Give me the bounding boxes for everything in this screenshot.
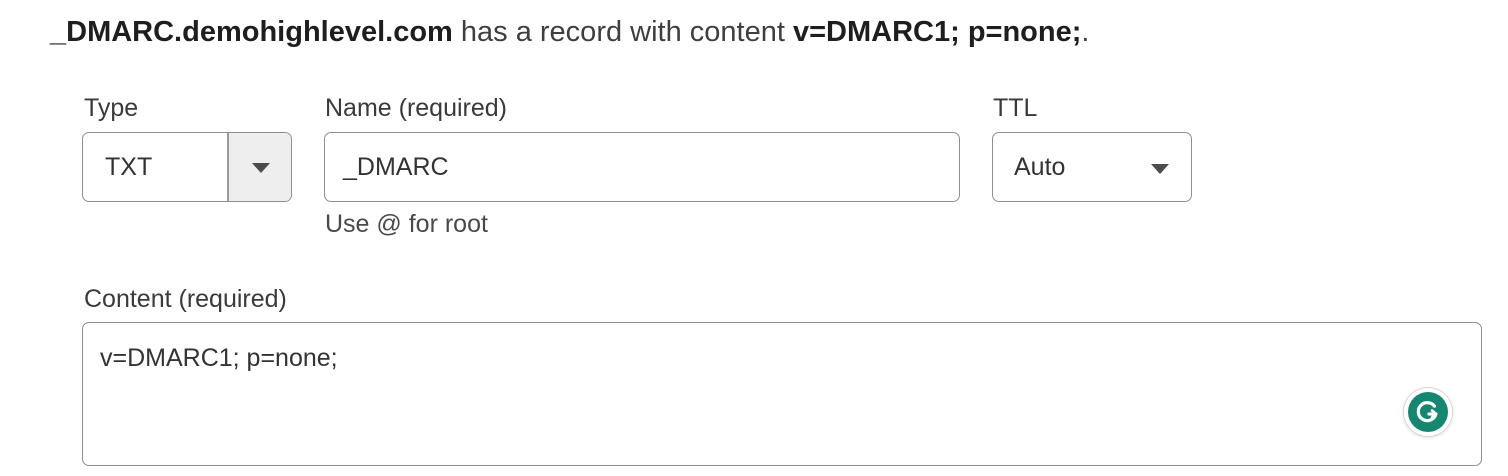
- name-label: Name (required): [325, 94, 508, 122]
- ttl-value: Auto: [1014, 153, 1066, 181]
- name-input[interactable]: _DMARC: [324, 132, 960, 202]
- grammarly-glyph: [1416, 401, 1438, 423]
- name-value: _DMARC: [343, 153, 449, 181]
- type-label: Type: [84, 94, 139, 122]
- chevron-down-icon: [252, 163, 270, 173]
- record-summary: _DMARC.demohighlevel.com has a record wi…: [50, 12, 1089, 52]
- content-value: v=DMARC1; p=none;: [100, 344, 338, 372]
- grammarly-icon[interactable]: [1404, 388, 1452, 436]
- type-dropdown-button[interactable]: [228, 133, 291, 201]
- ttl-label: TTL: [993, 94, 1038, 122]
- record-content: v=DMARC1; p=none;: [792, 16, 1082, 48]
- content-label: Content (required): [84, 285, 287, 313]
- type-value: TXT: [105, 153, 153, 181]
- dns-record-form: _DMARC.demohighlevel.com has a record wi…: [0, 0, 1508, 476]
- summary-end: .: [1081, 16, 1090, 48]
- name-hint: Use @ for root: [325, 210, 488, 238]
- chevron-down-icon: [1151, 164, 1169, 174]
- ttl-select[interactable]: Auto: [992, 132, 1192, 202]
- type-select-divider: [227, 133, 229, 201]
- record-domain: _DMARC.demohighlevel.com: [50, 16, 453, 48]
- content-textarea[interactable]: v=DMARC1; p=none;: [82, 322, 1482, 466]
- type-select[interactable]: TXT: [82, 132, 292, 202]
- summary-text: has a record with content: [452, 16, 793, 48]
